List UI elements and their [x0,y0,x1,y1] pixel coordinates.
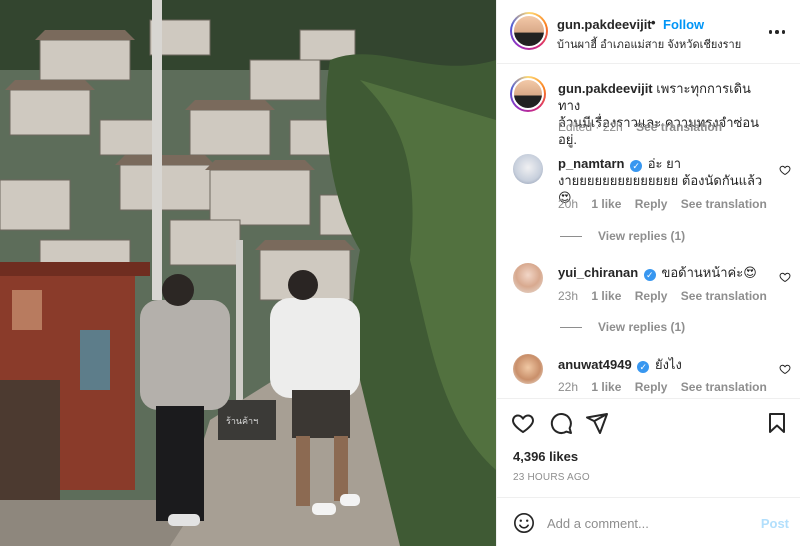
sign-text: ร้านค้าฯ [226,416,258,427]
comment-heart-icon[interactable] [779,271,791,283]
view-replies-button[interactable]: View replies (1) [560,320,685,334]
comment-reply-button[interactable]: Reply [635,289,668,303]
comment-line-1: อ่ะ ยา [647,156,682,171]
heart-icon[interactable] [511,411,535,435]
comment-time: 22h [558,380,579,394]
comment-time: 20h [558,197,579,211]
commenter-avatar[interactable] [513,354,543,384]
separator-dot: • [651,15,656,30]
commenter-username[interactable]: anuwat4949 [558,357,632,372]
caption-avatar[interactable] [510,76,546,112]
caption-edited: Edited · 22h [558,120,623,134]
comment-reply-button[interactable]: Reply [635,197,668,211]
comment-meta: 23h 1 like Reply See translation [558,289,777,303]
comment-likes[interactable]: 1 like [591,289,621,303]
comment-text: anuwat4949 ✓ ยังไง [558,356,770,373]
comment-icon[interactable] [549,411,573,435]
commenter-avatar[interactable] [513,154,543,184]
comment-likes[interactable]: 1 like [591,197,621,211]
comment-see-translation[interactable]: See translation [681,380,767,394]
post-location[interactable]: บ้านผาฮี้ อำเภอแม่สาย จังหวัดเชียงราย [557,35,741,53]
verified-badge-icon: ✓ [637,361,650,373]
comment-see-translation[interactable]: See translation [681,289,767,303]
caption-username[interactable]: gun.pakdeevijit [558,81,653,96]
commenter-avatar[interactable] [513,263,543,293]
caption-meta: Edited · 22h See translation [558,120,732,134]
verified-badge-icon: ✓ [643,269,656,281]
comments-list[interactable]: gun.pakdeevijit เพราะทุกการเดินทาง ล้วนม… [497,64,800,394]
post-photo: ร้านค้าฯ [0,0,496,546]
comment-reply-button[interactable]: Reply [635,380,668,394]
post-header: gun.pakdeevijit • Follow บ้านผาฮี้ อำเภอ… [497,0,800,64]
comment-meta: 22h 1 like Reply See translation [558,380,777,394]
caption-text: gun.pakdeevijit เพราะทุกการเดินทาง ล้วนม… [558,80,770,148]
commenter-username[interactable]: yui_chiranan [558,265,638,280]
more-options-icon[interactable] [767,22,787,42]
verified-badge-icon: ✓ [630,160,643,172]
post-action-bar [497,398,800,446]
emoji-icon[interactable] [513,512,535,534]
view-replies-button[interactable]: View replies (1) [560,229,685,243]
comment-text: yui_chiranan ✓ ขอด้านหน้าค่ะ😍 [558,264,770,281]
comment-heart-icon[interactable] [779,164,791,176]
comment-line-1: ขอด้านหน้าค่ะ😍 [661,265,757,280]
comment-time: 23h [558,289,579,303]
comment-likes[interactable]: 1 like [591,380,621,394]
comment-input[interactable] [547,508,747,538]
comment-heart-icon[interactable] [779,363,791,375]
comment-meta: 20h 1 like Reply See translation [558,197,777,211]
caption-see-translation[interactable]: See translation [636,120,722,134]
comment-see-translation[interactable]: See translation [681,197,767,211]
author-username[interactable]: gun.pakdeevijit [557,17,652,32]
like-count[interactable]: 4,396 likes [513,449,578,464]
commenter-username[interactable]: p_namtarn [558,156,624,171]
bookmark-icon[interactable] [765,411,789,435]
follow-button[interactable]: Follow [663,17,704,32]
post-timestamp: 23 HOURS AGO [513,472,590,483]
share-icon[interactable] [585,411,609,435]
post-side-panel: gun.pakdeevijit • Follow บ้านผาฮี้ อำเภอ… [496,0,800,546]
post-comment-button[interactable]: Post [761,516,789,531]
add-comment-bar: Post [497,497,800,546]
author-avatar[interactable] [510,12,548,50]
comment-line-1: ยังไง [654,357,682,372]
photo-scene: ร้านค้าฯ [0,0,496,546]
